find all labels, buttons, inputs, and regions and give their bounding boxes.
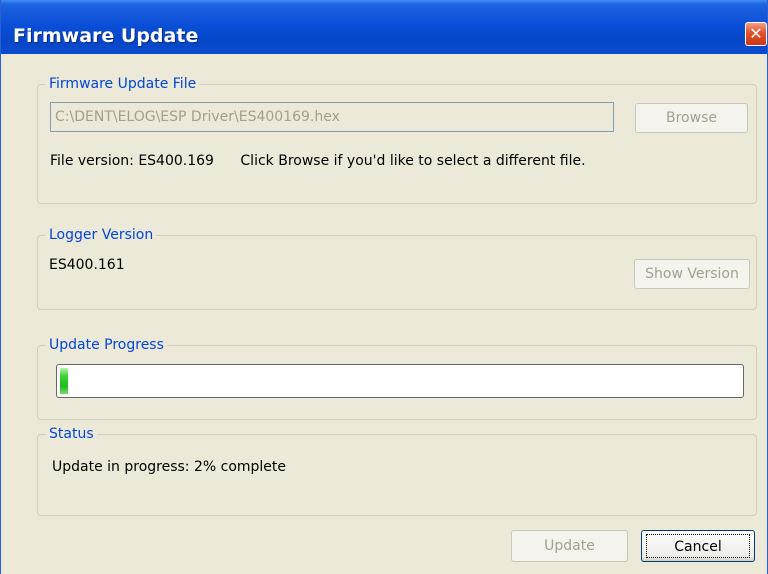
progress-block: [60, 368, 68, 394]
firmware-update-dialog: Firmware Update ✕ Firmware Update File C…: [0, 0, 768, 574]
browse-button[interactable]: Browse: [635, 103, 748, 133]
group-legend: Status: [46, 425, 97, 443]
progress-bar-fill: [60, 368, 68, 394]
title-bar[interactable]: Firmware Update ✕: [1, 0, 767, 54]
file-version-line: File version: ES400.169 Click Browse if …: [50, 153, 586, 169]
cancel-button[interactable]: Cancel: [641, 530, 755, 562]
browse-hint-text: Click Browse if you'd like to select a d…: [240, 153, 586, 169]
file-version-text: File version: ES400.169: [50, 153, 214, 169]
close-button[interactable]: ✕: [745, 22, 767, 46]
close-icon: ✕: [749, 24, 763, 43]
logger-version-group: Logger Version ES400.161 Show Version: [37, 226, 757, 310]
logger-version-value: ES400.161: [49, 257, 125, 273]
window-title: Firmware Update: [13, 25, 199, 47]
group-legend: Logger Version: [46, 226, 157, 244]
show-version-button[interactable]: Show Version: [634, 259, 750, 289]
group-legend: Firmware Update File: [46, 75, 200, 93]
group-legend: Update Progress: [46, 336, 167, 354]
firmware-file-path-field[interactable]: C:\DENT\ELOG\ESP Driver\ES400169.hex: [50, 102, 614, 132]
cancel-button-label: Cancel: [646, 534, 750, 558]
update-button[interactable]: Update: [511, 530, 628, 562]
status-message: Update in progress: 2% complete: [52, 459, 287, 475]
update-progress-bar: [56, 364, 744, 398]
status-group: Status Update in progress: 2% complete: [37, 425, 757, 516]
firmware-update-file-group: Firmware Update File C:\DENT\ELOG\ESP Dr…: [37, 75, 757, 204]
update-progress-group: Update Progress: [37, 336, 757, 420]
